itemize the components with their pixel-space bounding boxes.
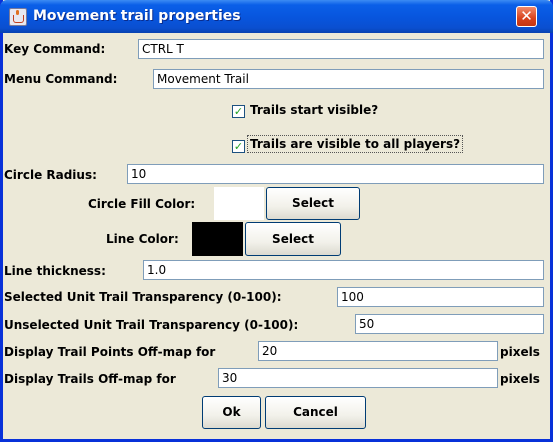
trails-offmap-unit: pixels [500, 372, 540, 386]
circle-fill-swatch [214, 187, 264, 220]
selected-transparency-label: Selected Unit Trail Transparency (0-100)… [4, 290, 282, 304]
points-offmap-unit: pixels [500, 345, 540, 359]
line-color-swatch [192, 222, 243, 256]
line-thickness-field[interactable]: 1.0 [143, 260, 544, 280]
key-command-label: Key Command: [4, 42, 106, 56]
ok-button[interactable]: Ok [202, 396, 261, 429]
selected-transparency-field[interactable]: 100 [337, 287, 544, 307]
points-offmap-label: Display Trail Points Off-map for [4, 345, 216, 359]
circle-radius-field[interactable]: 10 [127, 164, 544, 184]
line-color-label: Line Color: [106, 232, 179, 246]
line-color-select-button[interactable]: Select [245, 222, 341, 256]
cancel-button[interactable]: Cancel [265, 396, 366, 429]
circle-fill-select-button[interactable]: Select [266, 187, 360, 220]
java-cup-icon [9, 8, 27, 26]
title-bar[interactable]: Movement trail properties ✕ [0, 0, 553, 33]
line-thickness-label: Line thickness: [4, 264, 106, 278]
points-offmap-field[interactable]: 20 [258, 341, 498, 361]
trails-visible-all-checkbox[interactable]: ✓ [232, 140, 245, 153]
trails-offmap-field[interactable]: 30 [218, 368, 498, 388]
circle-radius-label: Circle Radius: [4, 168, 97, 182]
window-title: Movement trail properties [33, 8, 241, 24]
trails-offmap-label: Display Trails Off-map for [4, 372, 176, 386]
close-icon: ✕ [520, 7, 533, 25]
circle-fill-label: Circle Fill Color: [88, 197, 196, 211]
close-button[interactable]: ✕ [516, 6, 537, 27]
key-command-field[interactable]: CTRL T [138, 39, 544, 59]
menu-command-label: Menu Command: [4, 72, 118, 86]
menu-command-field[interactable]: Movement Trail [153, 69, 544, 89]
unselected-transparency-field[interactable]: 50 [355, 314, 544, 334]
trails-visible-all-label[interactable]: Trails are visible to all players? [247, 135, 464, 153]
dialog-window: Movement trail properties ✕ Key Command:… [0, 0, 553, 442]
trails-start-visible-checkbox[interactable]: ✓ [232, 105, 245, 118]
unselected-transparency-label: Unselected Unit Trail Transparency (0-10… [4, 318, 299, 332]
trails-start-visible-label[interactable]: Trails start visible? [250, 103, 378, 117]
